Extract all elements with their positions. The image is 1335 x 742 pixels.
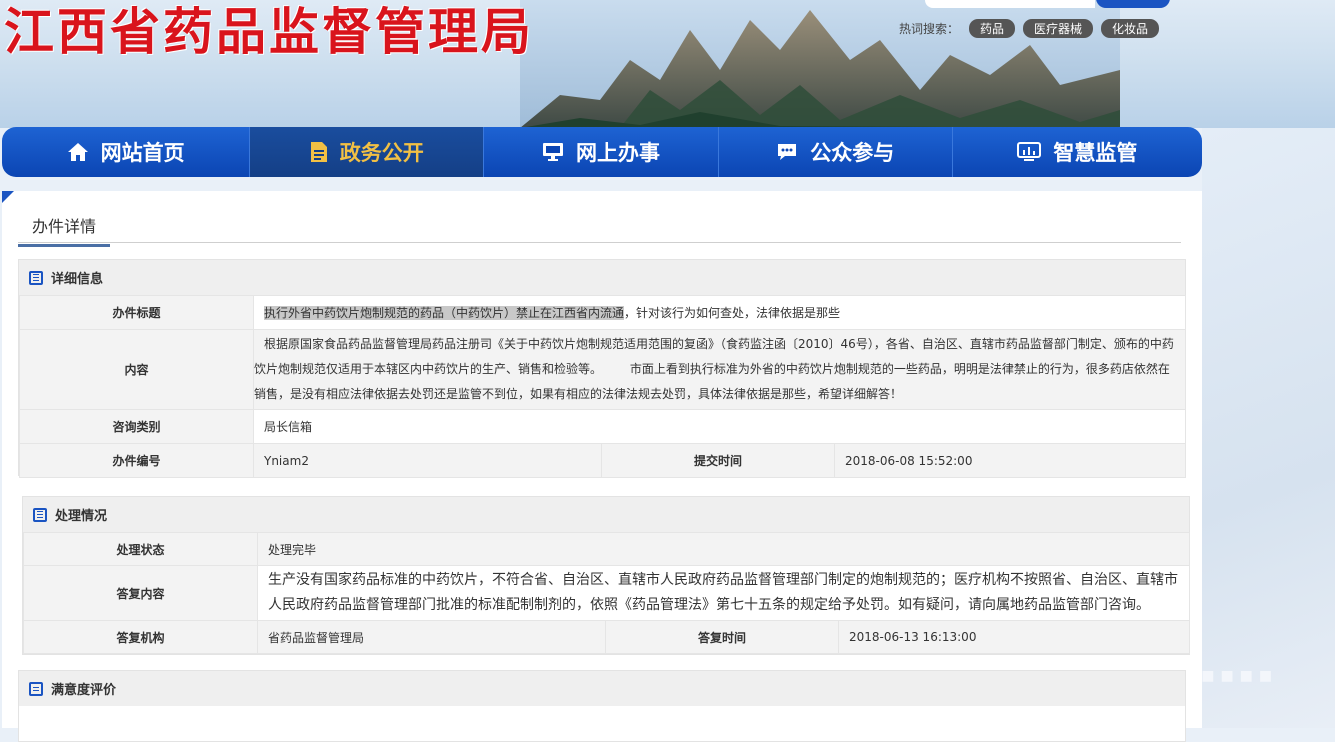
- main-nav: 网站首页 政务公开 网上办事 公众参与 智慧监管: [2, 127, 1202, 177]
- submit-time-value: 2018-06-08 15:52:00: [833, 443, 1187, 478]
- details-table: 办件标题 执行外省中药饮片炮制规范的药品（中药饮片）禁止在江西省内流通，针对该行…: [19, 295, 1187, 478]
- reply-org-value: 省药品监督管理局: [257, 620, 606, 654]
- content-value: 根据原国家食品药品监督管理局药品注册司《关于中药饮片炮制规范适用范围的复函》（食…: [252, 329, 1187, 410]
- chat-square-icon: [29, 681, 43, 696]
- nav-item-label: 智慧监管: [1053, 141, 1138, 165]
- table-row: 答复内容 生产没有国家药品标准的中药饮片，不符合省、自治区、直辖市人民政府药品监…: [23, 565, 1190, 621]
- corner-decoration: [2, 191, 14, 203]
- hot-search-bar: 热词搜索： 药品 医疗器械 化妆品: [899, 19, 1160, 38]
- nav-item-label: 网上办事: [576, 141, 660, 165]
- site-header: 江西省药品监督管理局 热词搜索： 药品 医疗器械 化妆品: [0, 0, 1335, 128]
- details-heading: 详细信息: [51, 272, 104, 287]
- reply-label: 答复内容: [23, 565, 258, 621]
- details-panel-header: 详细信息: [19, 260, 1185, 295]
- title-value-highlight: 执行外省中药饮片炮制规范的药品（中药饮片）禁止在江西省内流通: [264, 306, 625, 320]
- nav-item-label: 公众参与: [810, 141, 895, 165]
- handling-panel: 处理情况 处理状态 处理完毕 答复内容 生产没有国家药品标准的中药饮片，不符合省…: [22, 496, 1190, 655]
- title-value: 执行外省中药饮片炮制规范的药品（中药饮片）禁止在江西省内流通，针对该行为如何查处…: [252, 295, 1187, 330]
- reply-org-label: 答复机构: [23, 620, 258, 654]
- reply-time-value: 2018-06-13 16:13:00: [838, 620, 1190, 654]
- handling-panel-header: 处理情况: [23, 497, 1189, 532]
- site-title: 江西省药品监督管理局: [4, 2, 534, 61]
- hot-tag-medical-devices[interactable]: 医疗器械: [1023, 19, 1094, 38]
- chart-screen-icon: [1017, 142, 1042, 161]
- table-row: 处理状态 处理完毕: [23, 532, 1190, 566]
- document-icon: [310, 142, 327, 162]
- table-row: 答复机构 省药品监督管理局 答复时间 2018-06-13 16:13:00: [23, 620, 1190, 654]
- handling-heading: 处理情况: [55, 509, 108, 524]
- table-row: 咨询类别 局长信箱: [19, 409, 1187, 444]
- nav-item-home[interactable]: 网站首页: [2, 127, 251, 177]
- hot-search-label: 热词搜索：: [899, 22, 960, 36]
- search-input[interactable]: [925, 0, 1095, 8]
- category-label: 咨询类别: [19, 409, 254, 444]
- nav-item-online-services[interactable]: 网上办事: [484, 127, 719, 177]
- hot-tag-drugs[interactable]: 药品: [969, 19, 1016, 38]
- search-button[interactable]: [1096, 0, 1170, 8]
- content-label: 内容: [19, 329, 254, 410]
- details-panel: 详细信息 办件标题 执行外省中药饮片炮制规范的药品（中药饮片）禁止在江西省内流通…: [18, 259, 1187, 478]
- nav-item-public-participation[interactable]: 公众参与: [719, 127, 953, 177]
- reply-value: 生产没有国家药品标准的中药饮片，不符合省、自治区、直辖市人民政府药品监督管理部门…: [257, 565, 1190, 621]
- nav-item-label: 网站首页: [100, 141, 185, 165]
- list-icon: [33, 507, 47, 522]
- nav-item-government-affairs[interactable]: 政务公开: [250, 127, 485, 177]
- table-row: 办件编号 Yniam2 提交时间 2018-06-08 15:52:00: [19, 443, 1187, 478]
- title-divider: [18, 242, 1181, 243]
- status-label: 处理状态: [23, 532, 258, 566]
- nav-item-smart-supervision[interactable]: 智慧监管: [953, 127, 1202, 177]
- number-label: 办件编号: [19, 443, 254, 478]
- chat-icon: [778, 144, 797, 160]
- status-value: 处理完毕: [257, 532, 1190, 566]
- table-row: 内容 根据原国家食品药品监督管理局药品注册司《关于中药饮片炮制规范适用范围的复函…: [19, 329, 1187, 410]
- title-value-rest: ，针对该行为如何查处，法律依据是那些: [624, 306, 841, 320]
- handling-table: 处理状态 处理完毕 答复内容 生产没有国家药品标准的中药饮片，不符合省、自治区、…: [23, 532, 1190, 654]
- rating-heading: 满意度评价: [51, 683, 117, 698]
- table-row: 办件标题 执行外省中药饮片炮制规范的药品（中药饮片）禁止在江西省内流通，针对该行…: [19, 295, 1187, 330]
- page-background-decoration: [1202, 128, 1335, 728]
- hot-tag-cosmetics[interactable]: 化妆品: [1101, 19, 1160, 38]
- list-icon: [29, 270, 43, 285]
- rating-panel: 满意度评价: [18, 670, 1186, 742]
- main-content: 办件详情 详细信息 办件标题 执行外省中药饮片炮制规范的药品（中药饮片）禁止在江…: [2, 191, 1202, 742]
- category-value: 局长信箱: [252, 409, 1187, 444]
- home-icon: [67, 143, 88, 161]
- monitor-icon: [543, 143, 563, 161]
- reply-time-label: 答复时间: [605, 620, 839, 654]
- nav-item-label: 政务公开: [339, 141, 424, 165]
- submit-time-label: 提交时间: [601, 443, 835, 478]
- title-label: 办件标题: [19, 295, 254, 330]
- rating-panel-header: 满意度评价: [19, 671, 1185, 706]
- number-value: Yniam2: [253, 443, 602, 478]
